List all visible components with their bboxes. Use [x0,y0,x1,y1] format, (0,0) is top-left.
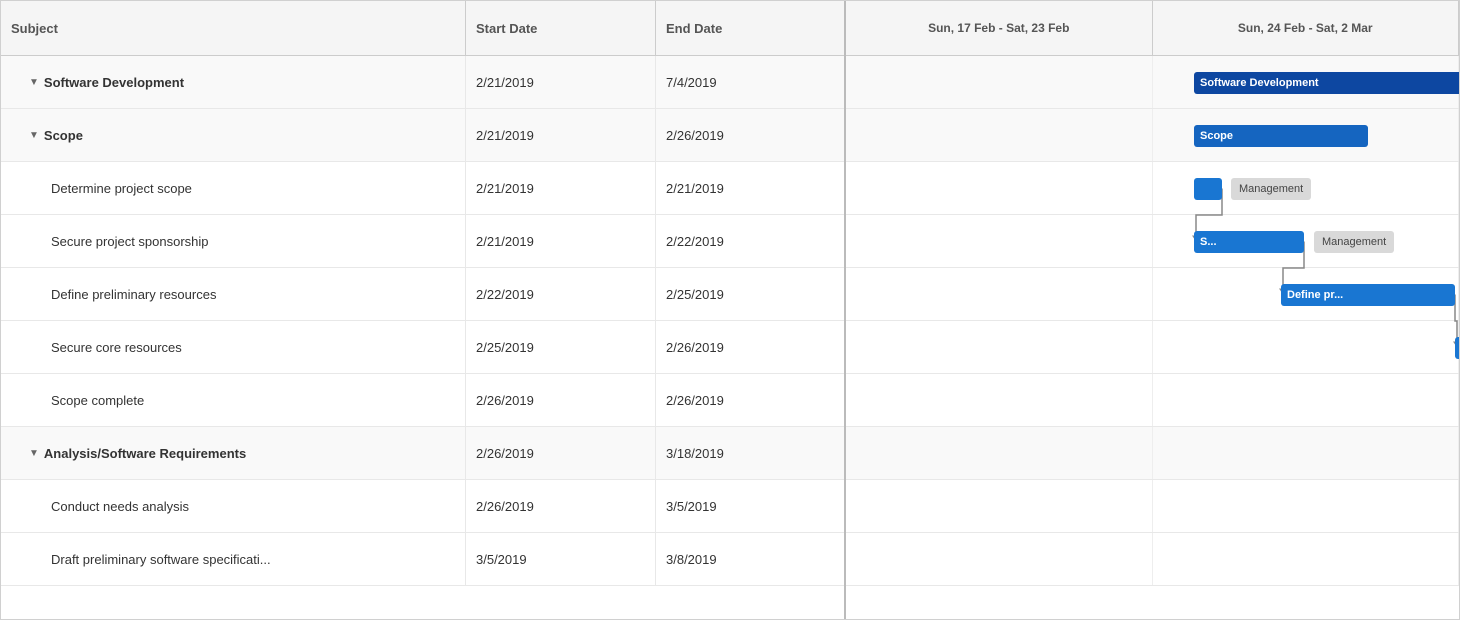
cell-start: 2/26/2019 [466,480,656,532]
table-row: Secure core resources 2/25/2019 2/26/201… [1,321,844,374]
gantt-row [846,109,1459,162]
cell-start: 2/26/2019 [466,427,656,479]
cell-subject: Determine project scope [1,162,466,214]
gantt-week-header: Sun, 17 Feb - Sat, 23 Feb [846,1,1153,55]
collapse-icon[interactable]: ▼ [29,130,39,141]
gantt-header: Sun, 17 Feb - Sat, 23 FebSun, 24 Feb - S… [846,1,1459,56]
gantt-row [846,480,1459,533]
table-row: Secure project sponsorship 2/21/2019 2/2… [1,215,844,268]
cell-end: 2/26/2019 [656,374,844,426]
cell-start: 2/21/2019 [466,109,656,161]
col-header-end: End Date [656,1,846,55]
table-row: Scope complete 2/26/2019 2/26/2019 [1,374,844,427]
cell-start: 2/21/2019 [466,215,656,267]
cell-subject: Draft preliminary software specificati..… [1,533,466,585]
gantt-weeks: Sun, 17 Feb - Sat, 23 FebSun, 24 Feb - S… [846,1,1459,55]
cell-end: 2/25/2019 [656,268,844,320]
cell-subject: Secure core resources [1,321,466,373]
table-row: Draft preliminary software specificati..… [1,533,844,586]
col-header-start: Start Date [466,1,656,55]
table-row: ▼Scope 2/21/2019 2/26/2019 [1,109,844,162]
gantt-row [846,533,1459,586]
cell-subject: Secure project sponsorship [1,215,466,267]
gantt-body: Software DevelopmentScopeManagementS...M… [846,56,1459,619]
cell-start: 2/25/2019 [466,321,656,373]
gantt-row [846,321,1459,374]
table-row: Determine project scope 2/21/2019 2/21/2… [1,162,844,215]
table-row: ▼Software Development 2/21/2019 7/4/2019 [1,56,844,109]
gantt-row [846,162,1459,215]
cell-subject: Conduct needs analysis [1,480,466,532]
cell-subject: ▼Software Development [1,56,466,108]
gantt-row [846,56,1459,109]
gantt-container: Subject Start Date End Date ▼Software De… [0,0,1460,620]
cell-end: 3/5/2019 [656,480,844,532]
cell-end: 3/8/2019 [656,533,844,585]
table-row: Define preliminary resources 2/22/2019 2… [1,268,844,321]
cell-start: 2/21/2019 [466,162,656,214]
cell-subject: Define preliminary resources [1,268,466,320]
gantt-row [846,427,1459,480]
cell-end: 2/26/2019 [656,321,844,373]
gantt-row [846,374,1459,427]
cell-start: 2/21/2019 [466,56,656,108]
cell-end: 2/22/2019 [656,215,844,267]
cell-end: 3/18/2019 [656,427,844,479]
cell-subject: Scope complete [1,374,466,426]
gantt-panel: Sun, 17 Feb - Sat, 23 FebSun, 24 Feb - S… [846,1,1459,619]
cell-subject: ▼Scope [1,109,466,161]
table-body: ▼Software Development 2/21/2019 7/4/2019… [1,56,844,619]
cell-start: 2/22/2019 [466,268,656,320]
cell-end: 2/26/2019 [656,109,844,161]
collapse-icon[interactable]: ▼ [29,448,39,459]
table-header: Subject Start Date End Date [1,1,844,56]
cell-end: 7/4/2019 [656,56,844,108]
table-row: ▼Analysis/Software Requirements 2/26/201… [1,427,844,480]
gantt-week-header: Sun, 24 Feb - Sat, 2 Mar [1153,1,1460,55]
cell-subject: ▼Analysis/Software Requirements [1,427,466,479]
table-row: Conduct needs analysis 2/26/2019 3/5/201… [1,480,844,533]
cell-end: 2/21/2019 [656,162,844,214]
gantt-row [846,268,1459,321]
cell-start: 2/26/2019 [466,374,656,426]
gantt-row [846,215,1459,268]
table-panel: Subject Start Date End Date ▼Software De… [1,1,846,619]
col-header-subject: Subject [1,1,466,55]
cell-start: 3/5/2019 [466,533,656,585]
collapse-icon[interactable]: ▼ [29,77,39,88]
